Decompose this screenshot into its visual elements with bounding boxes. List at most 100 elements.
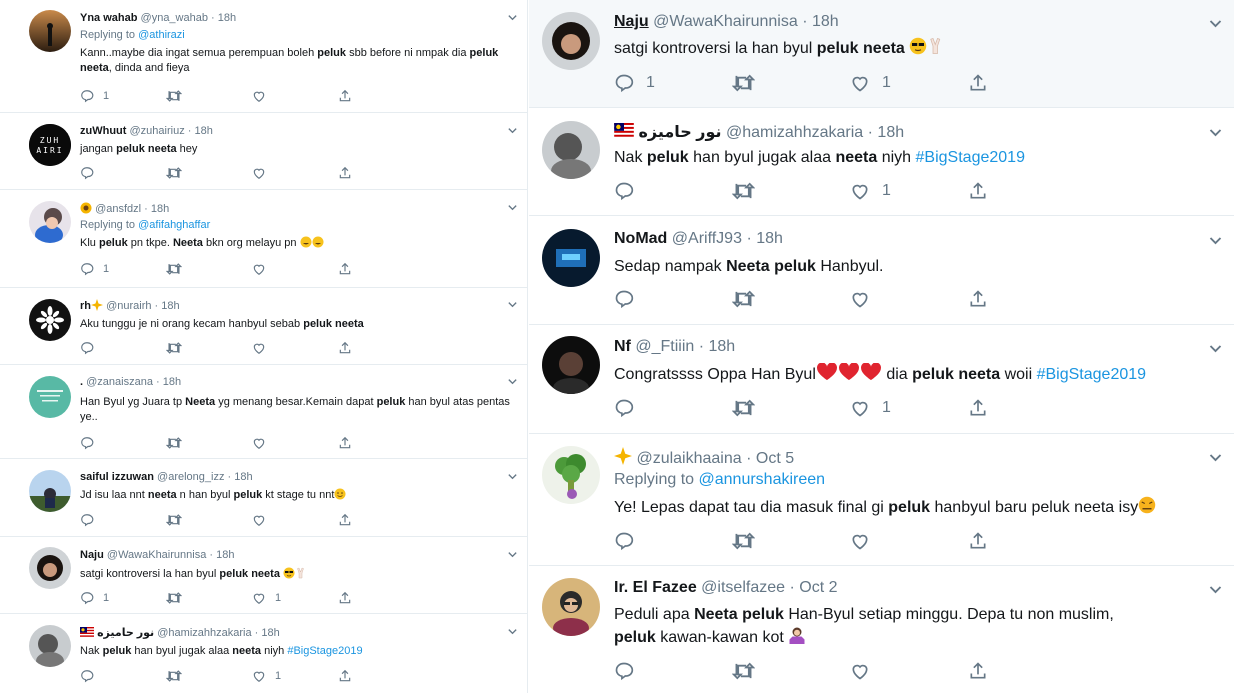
chevron-down-icon[interactable]: [1208, 341, 1223, 356]
like-button[interactable]: 1: [850, 73, 968, 93]
retweet-button[interactable]: [732, 181, 850, 201]
share-button[interactable]: [338, 591, 424, 605]
display-name[interactable]: rh: [80, 300, 91, 312]
timestamp[interactable]: 18h: [216, 549, 234, 561]
hashtag-link[interactable]: #BigStage2019: [287, 645, 362, 657]
like-button[interactable]: [252, 166, 338, 180]
display-name[interactable]: Nf: [614, 338, 631, 355]
share-button[interactable]: [968, 289, 1086, 309]
retweet-button[interactable]: [166, 669, 252, 683]
avatar[interactable]: [542, 336, 600, 394]
tweet[interactable]: Naju @WawaKhairunnisa · 18h satgi kontro…: [529, 0, 1234, 108]
replying-handle[interactable]: @athirazi: [138, 29, 185, 41]
display-name[interactable]: Ir. El Fazee: [614, 579, 697, 596]
reply-button[interactable]: [80, 669, 166, 683]
share-button[interactable]: [338, 341, 424, 355]
share-button[interactable]: [338, 89, 424, 103]
timestamp[interactable]: 18h: [261, 627, 279, 639]
replying-handle[interactable]: @afifahghaffar: [138, 219, 210, 231]
share-button[interactable]: [338, 669, 424, 683]
reply-button[interactable]: [80, 513, 166, 527]
retweet-button[interactable]: [732, 531, 850, 551]
chevron-down-icon[interactable]: [1208, 125, 1223, 140]
avatar[interactable]: [29, 299, 71, 341]
like-button[interactable]: [850, 661, 968, 681]
timestamp[interactable]: 18h: [163, 376, 181, 388]
like-button[interactable]: 1: [252, 591, 338, 605]
avatar[interactable]: [542, 229, 600, 287]
timestamp[interactable]: 18h: [218, 12, 236, 24]
handle[interactable]: @hamizahhzakaria: [726, 124, 863, 141]
reply-button[interactable]: [80, 166, 166, 180]
handle[interactable]: @itselfazee: [701, 579, 785, 596]
retweet-button[interactable]: [166, 341, 252, 355]
share-button[interactable]: [968, 181, 1086, 201]
handle[interactable]: @nurairh: [106, 300, 151, 312]
share-button[interactable]: [338, 436, 424, 450]
handle[interactable]: @zuhairiuz: [130, 125, 185, 137]
avatar[interactable]: [542, 446, 600, 504]
chevron-down-icon[interactable]: [507, 376, 518, 387]
like-button[interactable]: [252, 262, 338, 276]
tweet[interactable]: Naju @WawaKhairunnisa · 18h satgi kontro…: [0, 538, 527, 614]
replying-handle[interactable]: @annurshakireen: [699, 471, 826, 488]
chevron-down-icon[interactable]: [1208, 233, 1223, 248]
tweet[interactable]: Yna wahab @yna_wahab · 18h Replying to @…: [0, 0, 527, 113]
tweet[interactable]: @ansfdzl · 18h Replying to @afifahghaffa…: [0, 191, 527, 288]
avatar[interactable]: [29, 201, 71, 243]
chevron-down-icon[interactable]: [507, 202, 518, 213]
chevron-down-icon[interactable]: [507, 125, 518, 136]
retweet-button[interactable]: [732, 398, 850, 418]
display-name[interactable]: Naju: [80, 549, 104, 561]
reply-button[interactable]: [614, 398, 732, 418]
tweet[interactable]: نور حامیزه @hamizahhzakaria · 18h Nak pe…: [529, 109, 1234, 216]
tweet[interactable]: @zulaikhaaina · Oct 5 Replying to @annur…: [529, 435, 1234, 566]
share-button[interactable]: [968, 531, 1086, 551]
display-name[interactable]: نور حامیزه: [638, 124, 721, 141]
tweet[interactable]: NoMad @AriffJ93 · 18h Sedap nampak Neeta…: [529, 217, 1234, 325]
timestamp[interactable]: 18h: [161, 300, 179, 312]
chevron-down-icon[interactable]: [1208, 582, 1223, 597]
handle[interactable]: @yna_wahab: [141, 12, 208, 24]
display-name[interactable]: Naju: [614, 13, 649, 30]
retweet-button[interactable]: [166, 591, 252, 605]
handle[interactable]: @WawaKhairunnisa: [107, 549, 206, 561]
retweet-button[interactable]: [166, 89, 252, 103]
like-button[interactable]: 1: [850, 181, 968, 201]
display-name[interactable]: NoMad: [614, 230, 667, 247]
chevron-down-icon[interactable]: [1208, 16, 1223, 31]
tweet[interactable]: rh @nurairh · 18h Aku tunggu je ni orang…: [0, 289, 527, 365]
retweet-button[interactable]: [166, 513, 252, 527]
handle[interactable]: @zulaikhaaina: [636, 450, 741, 467]
avatar[interactable]: [542, 12, 600, 70]
reply-button[interactable]: [614, 289, 732, 309]
avatar[interactable]: [29, 470, 71, 512]
retweet-button[interactable]: [732, 661, 850, 681]
like-button[interactable]: [252, 89, 338, 103]
handle[interactable]: @_Ftiiin: [635, 338, 694, 355]
reply-button[interactable]: [614, 181, 732, 201]
share-button[interactable]: [968, 73, 1086, 93]
avatar[interactable]: [542, 121, 600, 179]
reply-button[interactable]: [80, 436, 166, 450]
reply-button[interactable]: [614, 531, 732, 551]
avatar[interactable]: [29, 625, 71, 667]
display-name[interactable]: .: [80, 376, 83, 388]
retweet-button[interactable]: [732, 289, 850, 309]
timestamp[interactable]: 18h: [877, 124, 904, 141]
chevron-down-icon[interactable]: [507, 299, 518, 310]
chevron-down-icon[interactable]: [507, 12, 518, 23]
share-button[interactable]: [338, 262, 424, 276]
timestamp[interactable]: 18h: [151, 203, 169, 215]
display-name[interactable]: Yna wahab: [80, 12, 137, 24]
hashtag-link[interactable]: #BigStage2019: [916, 149, 1025, 166]
reply-button[interactable]: 1: [614, 73, 732, 93]
timestamp[interactable]: Oct 2: [799, 579, 837, 596]
chevron-down-icon[interactable]: [507, 471, 518, 482]
retweet-button[interactable]: [732, 73, 850, 93]
like-button[interactable]: [252, 513, 338, 527]
timestamp[interactable]: 18h: [234, 471, 252, 483]
handle[interactable]: @WawaKhairunnisa: [653, 13, 798, 30]
timestamp[interactable]: 18h: [709, 338, 736, 355]
handle[interactable]: @ansfdzl: [95, 203, 141, 215]
